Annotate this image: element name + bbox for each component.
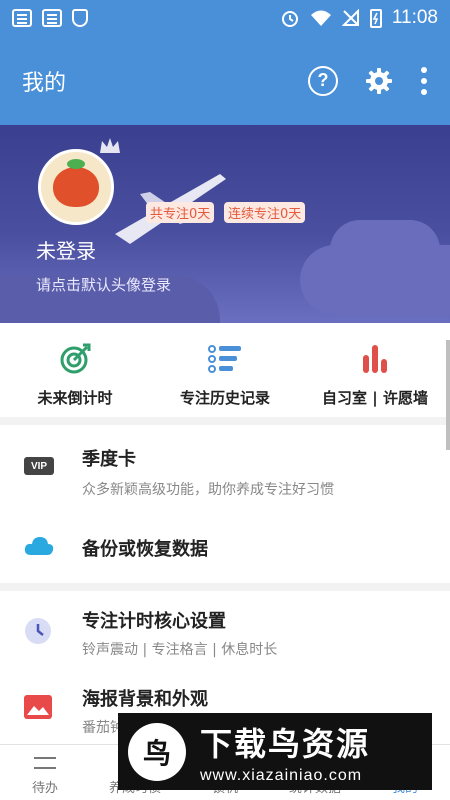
- backup-title: 备份或恢复数据: [82, 539, 208, 560]
- tab-todo[interactable]: 待办: [0, 745, 90, 800]
- wifi-icon: [310, 10, 331, 26]
- todo-icon: [34, 757, 56, 769]
- watermark-url: www.xiazainiao.com: [200, 766, 363, 784]
- target-icon: [60, 343, 91, 374]
- menu-group-membership: VIP 季度卡 众多新颖高级功能，助你养成专注好习惯 备份或恢复数据: [0, 425, 450, 583]
- quick-study-room-label: 自习室 | 许愿墙: [322, 389, 428, 407]
- core-settings-subtitle: 铃声震动 | 专注格言 | 休息时长: [82, 642, 278, 658]
- shield-icon: [72, 9, 88, 27]
- menu-season-card[interactable]: VIP 季度卡 众多新颖高级功能，助你养成专注好习惯: [0, 425, 450, 511]
- app-bar: 我的 ?: [0, 36, 450, 125]
- status-bar: 11:08: [0, 0, 450, 36]
- quick-study-room[interactable]: 自习室 | 许愿墙: [300, 323, 450, 417]
- tomato-icon: [53, 159, 99, 207]
- battery-charging-icon: [369, 9, 382, 28]
- total-focus-badge: 共专注0天: [146, 202, 215, 223]
- image-icon: [24, 695, 52, 719]
- notes-icon: [42, 9, 62, 27]
- help-icon[interactable]: ?: [308, 65, 338, 96]
- quick-countdown[interactable]: 未来倒计时: [0, 323, 150, 417]
- quick-countdown-label: 未来倒计时: [37, 389, 113, 407]
- notes-icon: [12, 9, 32, 27]
- cloud-icon: [24, 537, 54, 555]
- bar-chart-icon: [363, 345, 387, 373]
- watermark-title: 下载鸟资源: [200, 724, 371, 763]
- login-hint: 请点击默认头像登录: [36, 276, 172, 294]
- page-title: 我的: [22, 70, 67, 96]
- alarm-icon: [281, 11, 298, 27]
- watermark-logo: 鸟: [128, 722, 186, 781]
- history-list-icon: [208, 345, 241, 373]
- core-settings-title: 专注计时核心设置: [82, 611, 226, 632]
- scrollbar[interactable]: [446, 340, 450, 450]
- avatar[interactable]: [38, 149, 114, 225]
- streak-badge: 连续专注0天: [224, 202, 306, 223]
- gear-icon[interactable]: [364, 66, 394, 96]
- watermark: 鸟 下载鸟资源 www.xiazainiao.com: [118, 713, 432, 790]
- quick-actions: 未来倒计时 专注历史记录 自习室 | 许愿墙: [0, 323, 450, 417]
- no-signal-icon: [341, 9, 359, 26]
- cloud-decoration: [330, 220, 440, 280]
- quick-history-label: 专注历史记录: [179, 389, 270, 407]
- menu-core-settings[interactable]: 专注计时核心设置 铃声震动 | 专注格言 | 休息时长: [0, 591, 450, 671]
- menu-backup[interactable]: 备份或恢复数据: [0, 511, 450, 583]
- more-vertical-icon[interactable]: [420, 66, 428, 96]
- quick-history[interactable]: 专注历史记录: [150, 323, 300, 417]
- clock-time: 11:08: [391, 7, 438, 28]
- vip-icon: VIP: [24, 457, 54, 475]
- profile-banner: 共专注0天 连续专注0天 未登录 请点击默认头像登录: [0, 125, 450, 323]
- clock-icon: [25, 618, 51, 644]
- tab-todo-label: 待办: [31, 781, 58, 796]
- season-card-title: 季度卡: [82, 449, 136, 470]
- login-status[interactable]: 未登录: [36, 235, 96, 264]
- crown-icon: [100, 138, 120, 153]
- season-card-subtitle: 众多新颖高级功能，助你养成专注好习惯: [82, 482, 334, 498]
- appearance-title: 海报背景和外观: [82, 689, 208, 710]
